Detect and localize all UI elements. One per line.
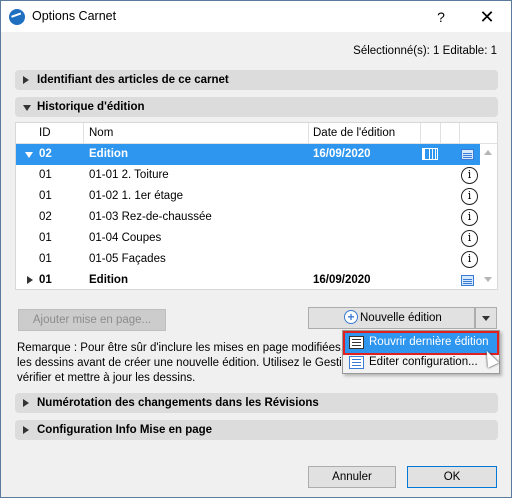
cell-nom: 01-01 2. Toiture: [89, 169, 169, 181]
window-title: Options Carnet: [32, 9, 117, 23]
section-identifiant[interactable]: Identifiant des articles de ce carnet: [15, 70, 498, 90]
section-label: Historique d'édition: [37, 101, 145, 113]
remark-line: les dessins avant de créer une nouvelle …: [17, 357, 342, 369]
cell-nom: Edition: [89, 148, 128, 160]
info-icon[interactable]: i: [461, 251, 478, 268]
info-icon[interactable]: i: [461, 230, 478, 247]
cell-date: 16/09/2020: [313, 148, 371, 160]
nouvelle-edition-menu: Rouvrir dernière édition Editer configur…: [342, 330, 500, 374]
chevron-down-icon: [482, 316, 490, 321]
add-circle-icon: +: [344, 310, 358, 324]
ajouter-mise-en-page-button[interactable]: Ajouter mise en page...: [18, 309, 166, 331]
table-row[interactable]: 01 01-01 2. Toiture i: [16, 165, 480, 186]
table-row[interactable]: 01 01-04 Coupes i: [16, 228, 480, 249]
remark-text: Remarque : Pour être sûr d'inclure les m…: [17, 341, 342, 385]
reopen-issue-icon: [349, 336, 364, 349]
cell-date: 16/09/2020: [313, 274, 371, 286]
column-header-nom[interactable]: Nom: [89, 127, 113, 139]
nouvelle-edition-button[interactable]: + Nouvelle édition: [308, 307, 475, 329]
table-row[interactable]: 01 01-02 1. 1er étage i: [16, 186, 480, 207]
cell-nom: Edition: [89, 274, 128, 286]
document-icon[interactable]: [461, 275, 474, 286]
cell-id: 02: [39, 148, 52, 160]
table-row[interactable]: 01 01-05 Façades i: [16, 249, 480, 270]
collapse-arrow-icon[interactable]: [25, 152, 33, 158]
menu-item-label: Rouvrir dernière édition: [369, 336, 489, 348]
scroll-down-icon[interactable]: [484, 277, 492, 282]
table-header: ID Nom Date de l'édition: [16, 123, 497, 144]
archicad-app-icon: [9, 9, 25, 25]
column-divider: [459, 123, 460, 144]
remark-line: Remarque : Pour être sûr d'inclure les m…: [17, 342, 342, 354]
close-button[interactable]: ✕: [475, 6, 499, 28]
column-divider: [420, 123, 421, 144]
issue-history-table: ID Nom Date de l'édition 02 Edition 16/0…: [15, 122, 498, 290]
nouvelle-edition-dropdown-button[interactable]: [475, 307, 497, 329]
options-carnet-dialog: Options Carnet ? ✕ Sélectionné(s): 1 Edi…: [0, 0, 512, 498]
cell-id: 01: [39, 274, 52, 286]
menu-item-editer-configuration[interactable]: Editer configuration...: [345, 353, 497, 373]
column-divider: [440, 123, 441, 144]
section-label: Numérotation des changements dans les Ré…: [37, 397, 319, 409]
column-header-date[interactable]: Date de l'édition: [313, 127, 395, 139]
cell-nom: 01-02 1. 1er étage: [89, 190, 183, 202]
section-config-info[interactable]: Configuration Info Mise en page: [15, 420, 498, 440]
table-row[interactable]: 02 Edition 16/09/2020: [16, 144, 480, 165]
table-row[interactable]: 02 01-03 Rez-de-chaussée i: [16, 207, 480, 228]
settings-document-icon: [349, 356, 364, 369]
cell-nom: 01-05 Façades: [89, 253, 166, 265]
info-icon[interactable]: i: [461, 188, 478, 205]
ok-button[interactable]: OK: [407, 466, 497, 488]
vertical-scrollbar[interactable]: [481, 144, 496, 289]
selection-info: Sélectionné(s): 1 Editable: 1: [353, 45, 497, 57]
menu-item-label: Editer configuration...: [369, 356, 478, 368]
menu-item-rouvrir[interactable]: Rouvrir dernière édition: [343, 331, 499, 355]
cell-nom: 01-03 Rez-de-chaussée: [89, 211, 212, 223]
annuler-button[interactable]: Annuler: [308, 466, 396, 488]
section-numerotation[interactable]: Numérotation des changements dans les Ré…: [15, 393, 498, 413]
info-icon[interactable]: i: [461, 209, 478, 226]
scroll-up-icon[interactable]: [484, 150, 492, 155]
expand-arrow-icon: [23, 426, 29, 434]
collapse-arrow-icon: [23, 105, 31, 111]
column-header-id[interactable]: ID: [39, 127, 51, 139]
section-historique[interactable]: Historique d'édition: [15, 97, 498, 117]
expand-arrow-icon: [23, 76, 29, 84]
cell-id: 01: [39, 253, 52, 265]
book-icon[interactable]: [422, 148, 438, 160]
expand-arrow-icon[interactable]: [27, 276, 33, 284]
info-icon[interactable]: i: [461, 167, 478, 184]
column-divider: [83, 123, 84, 144]
table-row[interactable]: 01 Edition 16/09/2020: [16, 270, 480, 291]
nouvelle-edition-label: Nouvelle édition: [360, 312, 442, 324]
cell-nom: 01-04 Coupes: [89, 232, 162, 244]
cell-id: 01: [39, 169, 52, 181]
section-label: Configuration Info Mise en page: [37, 424, 213, 436]
help-button[interactable]: ?: [429, 7, 453, 27]
document-icon[interactable]: [461, 149, 474, 160]
title-bar: Options Carnet ? ✕: [1, 1, 511, 32]
remark-line: vérifier et mettre à jour les dessins.: [17, 372, 196, 384]
column-divider: [308, 123, 309, 144]
expand-arrow-icon: [23, 399, 29, 407]
cell-id: 01: [39, 190, 52, 202]
cell-id: 01: [39, 232, 52, 244]
cell-id: 02: [39, 211, 52, 223]
section-label: Identifiant des articles de ce carnet: [37, 74, 229, 86]
